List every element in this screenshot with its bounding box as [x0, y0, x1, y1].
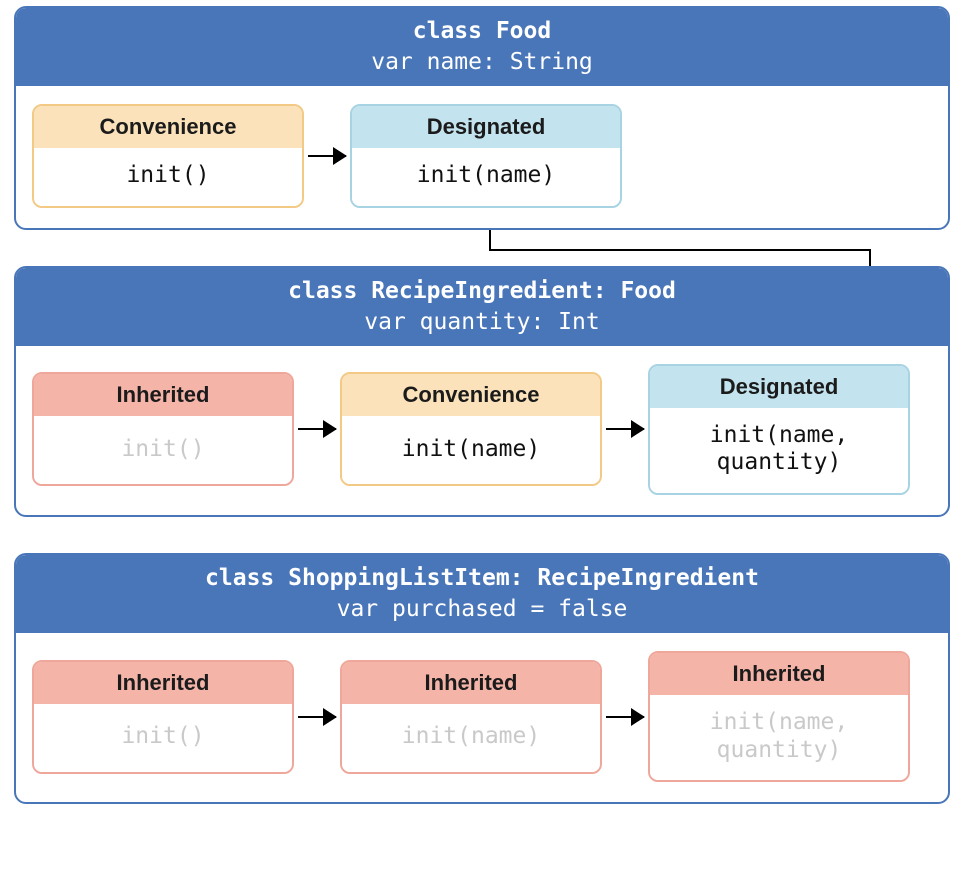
arrow-icon	[308, 155, 346, 157]
init-kind-label: Designated	[352, 106, 620, 148]
init-kind-label: Inherited	[650, 653, 908, 695]
arrow-icon	[606, 428, 644, 430]
init-signature: init()	[34, 148, 302, 206]
class-box-food: class Food var name: String Convenience …	[14, 6, 950, 230]
class-header-recipe: class RecipeIngredient: Food var quantit…	[16, 268, 948, 346]
class-property: var quantity: Int	[16, 307, 948, 338]
class-title: class Food	[16, 16, 948, 47]
init-signature: init(name)	[352, 148, 620, 206]
init-signature: init(name, quantity)	[650, 695, 908, 780]
init-signature: init()	[34, 704, 292, 772]
init-kind-label: Inherited	[342, 662, 600, 704]
init-box-inherited: Inherited init(name, quantity)	[648, 651, 910, 782]
init-box-convenience: Convenience init(name)	[340, 372, 602, 486]
class-body-shopping: Inherited init() Inherited init(name) In…	[16, 633, 948, 802]
init-kind-label: Inherited	[34, 662, 292, 704]
class-body-food: Convenience init() Designated init(name)	[16, 86, 948, 228]
init-kind-label: Designated	[650, 366, 908, 408]
arrow-icon	[298, 716, 336, 718]
init-box-inherited: Inherited init()	[32, 660, 294, 774]
init-signature: init(name)	[342, 704, 600, 772]
class-title: class ShoppingListItem: RecipeIngredient	[16, 563, 948, 594]
class-property: var purchased = false	[16, 594, 948, 625]
class-header-shopping: class ShoppingListItem: RecipeIngredient…	[16, 555, 948, 633]
init-box-inherited: Inherited init()	[32, 372, 294, 486]
arrow-icon	[298, 428, 336, 430]
init-box-designated: Designated init(name, quantity)	[648, 364, 910, 495]
class-property: var name: String	[16, 47, 948, 78]
init-signature: init(name)	[342, 416, 600, 484]
init-box-inherited: Inherited init(name)	[340, 660, 602, 774]
class-header-food: class Food var name: String	[16, 8, 948, 86]
init-kind-label: Inherited	[34, 374, 292, 416]
class-box-shopping: class ShoppingListItem: RecipeIngredient…	[14, 553, 950, 804]
init-signature: init()	[34, 416, 292, 484]
init-box-convenience: Convenience init()	[32, 104, 304, 208]
init-kind-label: Convenience	[342, 374, 600, 416]
class-box-recipe: class RecipeIngredient: Food var quantit…	[14, 266, 950, 517]
init-signature: init(name, quantity)	[650, 408, 908, 493]
arrow-icon	[606, 716, 644, 718]
class-title: class RecipeIngredient: Food	[16, 276, 948, 307]
init-kind-label: Convenience	[34, 106, 302, 148]
class-body-recipe: Inherited init() Convenience init(name) …	[16, 346, 948, 515]
init-box-designated: Designated init(name)	[350, 104, 622, 208]
